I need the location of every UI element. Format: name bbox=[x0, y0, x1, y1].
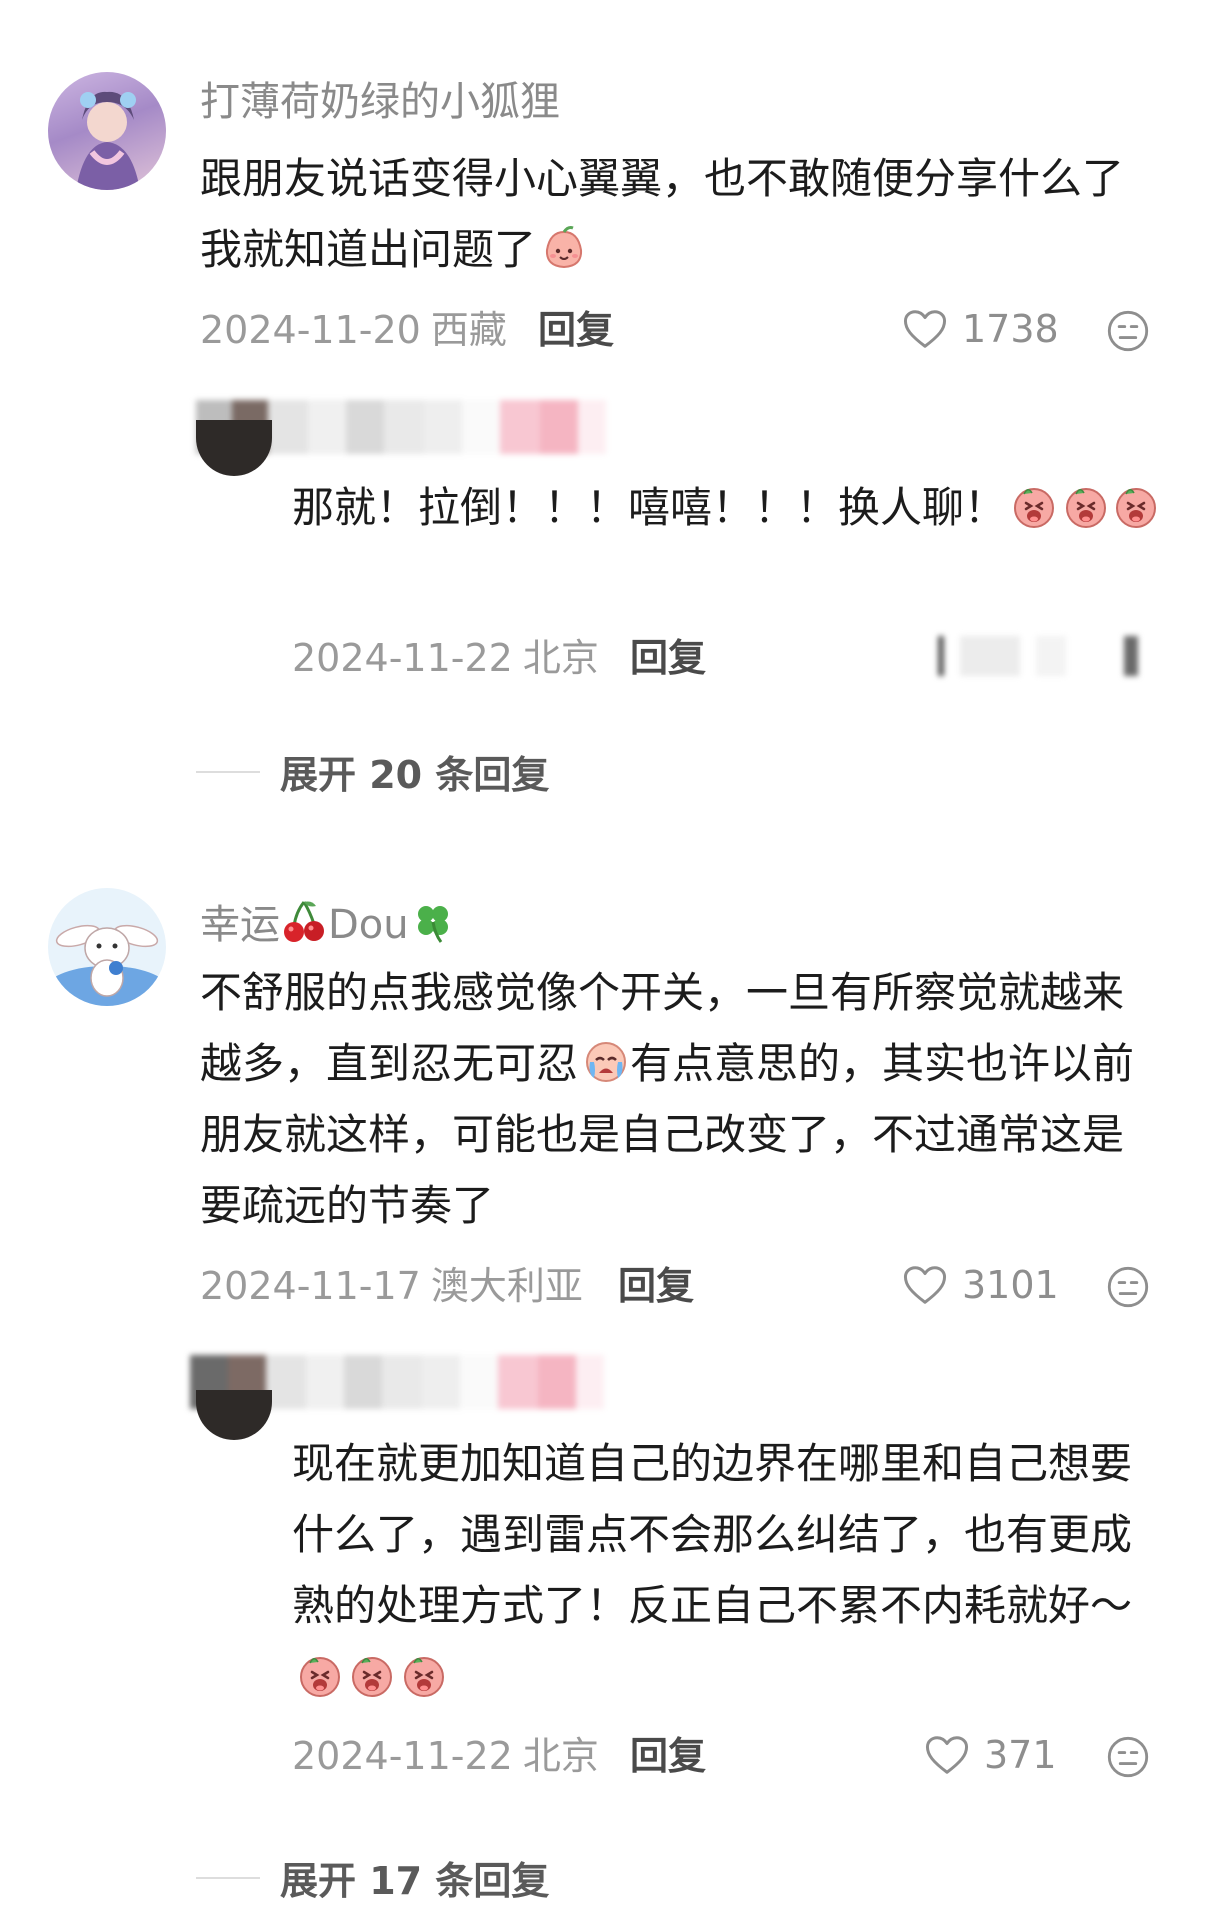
like-button[interactable]: 1738 bbox=[902, 308, 1059, 350]
comment-username[interactable]: 打薄荷奶绿的小狐狸 bbox=[200, 82, 560, 122]
comment-text: 不舒服的点我感觉像个开关，一旦有所察觉就越来越多，直到忍无可忍 有点意思的，其实也… bbox=[200, 957, 1160, 1241]
divider-line bbox=[196, 1876, 260, 1879]
comment-location: 西藏 bbox=[430, 308, 507, 352]
reply-avatar[interactable] bbox=[196, 420, 272, 476]
cherry-icon bbox=[284, 901, 324, 942]
laughing-pig-emoji-icon bbox=[1010, 482, 1058, 530]
reply-button[interactable]: 回复 bbox=[538, 311, 614, 349]
comment-username[interactable]: 幸运 Dou bbox=[200, 898, 457, 945]
divider-line bbox=[196, 770, 260, 773]
reply-text-content: 现在就更加知道自己的边界在哪里和自己想要什么了，遇到雷点不会那么纠结了，也有更成… bbox=[292, 1439, 1133, 1630]
reply-text: 现在就更加知道自己的边界在哪里和自己想要什么了，遇到雷点不会那么纠结了，也有更成… bbox=[292, 1428, 1162, 1712]
comment-location: 澳大利亚 bbox=[430, 1264, 583, 1308]
reply-text: 那就！拉倒！！！嘻嘻！！！换人聊！ bbox=[292, 472, 1172, 543]
expand-replies-label: 展开 17 条回复 bbox=[280, 1859, 550, 1903]
reply-date: 2024-11-22 bbox=[292, 636, 513, 680]
like-count: 371 bbox=[984, 1733, 1057, 1777]
laughing-pig-emoji-icon bbox=[296, 1651, 344, 1699]
like-button[interactable]: 3101 bbox=[902, 1264, 1059, 1306]
laughing-pig-emoji-icon bbox=[400, 1651, 448, 1699]
meh-face-icon[interactable] bbox=[1106, 1265, 1150, 1309]
comment-date: 2024-11-20 bbox=[200, 308, 421, 352]
smiling-peach-emoji-icon bbox=[540, 224, 588, 272]
avatar-image bbox=[48, 924, 166, 1006]
reply-button[interactable]: 回复 bbox=[630, 639, 706, 677]
dislike-button[interactable] bbox=[1106, 1265, 1150, 1313]
laughing-pig-emoji-icon bbox=[1112, 482, 1160, 530]
expand-replies-button[interactable]: 展开 17 条回复 bbox=[196, 1850, 549, 1905]
dislike-button[interactable] bbox=[1106, 1735, 1150, 1783]
comment-text: 跟朋友说话变得小心翼翼，也不敢随便分享什么了我就知道出问题了 bbox=[200, 143, 1160, 285]
like-button[interactable]: 371 bbox=[924, 1734, 1057, 1776]
laughing-pig-emoji-icon bbox=[1062, 482, 1110, 530]
username-suffix: Dou bbox=[328, 902, 409, 948]
comment-meta: 2024-11-17 澳大利亚 bbox=[200, 1267, 583, 1305]
comment-meta: 2024-11-20 西藏 bbox=[200, 311, 507, 349]
like-count: 1738 bbox=[962, 307, 1059, 351]
reply-button[interactable]: 回复 bbox=[618, 1267, 694, 1305]
reply-date: 2024-11-22 bbox=[292, 1734, 513, 1778]
reply-meta: 2024-11-22 北京 bbox=[292, 639, 599, 677]
reply-location: 北京 bbox=[522, 1734, 599, 1778]
meh-face-icon[interactable] bbox=[1106, 309, 1150, 353]
heart-outline-icon bbox=[902, 1264, 948, 1306]
reply-like-redacted bbox=[938, 634, 1138, 678]
username-prefix: 幸运 bbox=[200, 902, 280, 948]
meh-face-icon[interactable] bbox=[1106, 1735, 1150, 1779]
dislike-button[interactable] bbox=[1106, 309, 1150, 357]
crying-face-emoji-icon bbox=[582, 1038, 630, 1086]
reply-text-content: 那就！拉倒！！！嘻嘻！！！换人聊！ bbox=[292, 483, 1007, 532]
reply-button[interactable]: 回复 bbox=[630, 1737, 706, 1775]
comment-date: 2024-11-17 bbox=[200, 1264, 421, 1308]
comment-text-content: 跟朋友说话变得小心翼翼，也不敢随便分享什么了我就知道出问题了 bbox=[200, 154, 1125, 274]
avatar-image bbox=[76, 91, 140, 190]
expand-replies-label: 展开 20 条回复 bbox=[280, 753, 550, 797]
avatar[interactable] bbox=[48, 72, 166, 190]
reply-meta: 2024-11-22 北京 bbox=[292, 1737, 599, 1775]
four-leaf-clover-icon bbox=[417, 906, 448, 943]
reply-avatar[interactable] bbox=[196, 1390, 272, 1440]
heart-outline-icon bbox=[902, 308, 948, 350]
heart-outline-icon bbox=[924, 1734, 970, 1776]
like-count: 3101 bbox=[962, 1263, 1059, 1307]
expand-replies-button[interactable]: 展开 20 条回复 bbox=[196, 744, 549, 799]
reply-location: 北京 bbox=[522, 636, 599, 680]
avatar[interactable] bbox=[48, 888, 166, 1006]
laughing-pig-emoji-icon bbox=[348, 1651, 396, 1699]
